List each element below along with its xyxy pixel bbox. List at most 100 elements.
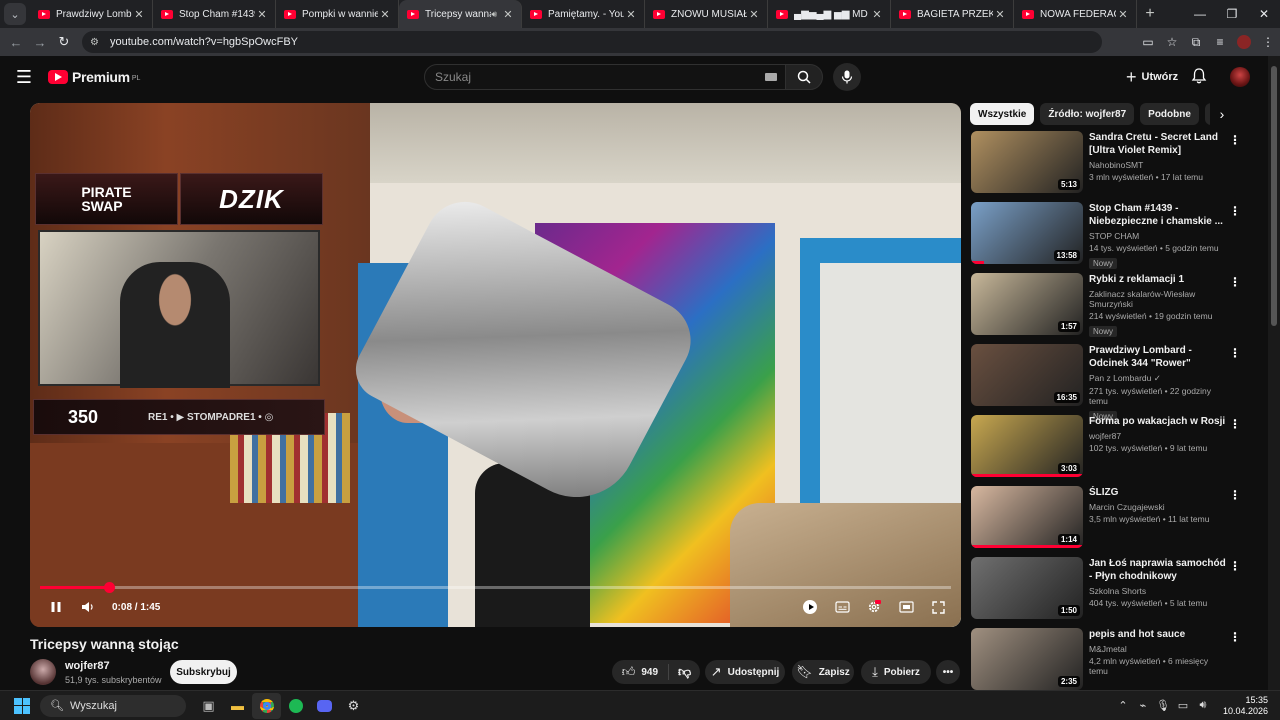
minimize-button[interactable]: — bbox=[1184, 7, 1216, 21]
more-options-icon[interactable]: ⋮ bbox=[1229, 559, 1241, 573]
video-thumbnail[interactable]: 3:03 bbox=[971, 415, 1083, 477]
recommended-item[interactable]: 16:35 Prawdziwy Lombard - Odcinek 344 "Ro… bbox=[971, 344, 1253, 422]
youtube-logo[interactable]: Premium PL bbox=[48, 69, 140, 85]
search-button[interactable] bbox=[785, 64, 823, 90]
channel-avatar[interactable] bbox=[30, 659, 56, 685]
account-avatar[interactable] bbox=[1230, 67, 1250, 87]
video-title-link[interactable]: Rybki z reklamacji 1 bbox=[1089, 273, 1229, 286]
settings-app-icon[interactable]: ⚙ bbox=[339, 693, 368, 719]
like-button[interactable]: 👍︎ 949 bbox=[612, 664, 670, 680]
video-player[interactable]: PIRATE SWAP DZIK 350 RE1 • ▶ STOMPADRE1 … bbox=[30, 103, 961, 627]
recommended-item[interactable]: 1:50 Jan Łoś naprawia samochód - Płyn cho… bbox=[971, 557, 1253, 626]
filter-chip[interactable]: Źródło: wojfer87 bbox=[1040, 103, 1135, 125]
mute-button[interactable] bbox=[72, 595, 104, 619]
tab-search-button[interactable]: ⌄ bbox=[4, 3, 26, 25]
video-thumbnail[interactable]: 1:50 bbox=[971, 557, 1083, 619]
forward-button[interactable]: → bbox=[28, 35, 52, 50]
video-title-link[interactable]: Stop Cham #1439 - Niebezpieczne i chamsk… bbox=[1089, 202, 1229, 228]
video-channel[interactable]: wojfer87 bbox=[1089, 431, 1229, 441]
audio-playing-icon[interactable]: 🔊︎ bbox=[491, 9, 497, 20]
filter-chip[interactable]: Dla bbox=[1204, 103, 1210, 125]
maximize-button[interactable]: ❐ bbox=[1216, 7, 1248, 21]
more-options-icon[interactable]: ⋮ bbox=[1229, 417, 1241, 431]
pause-button[interactable] bbox=[40, 595, 72, 619]
recommended-item[interactable]: 5:13 Sandra Cretu - Secret Land [Ultra Vi… bbox=[971, 131, 1253, 200]
browser-tab[interactable]: ZNOWU MUSIAŁEM✕ bbox=[645, 0, 768, 28]
video-channel[interactable]: Pan z Lombardu ✓ bbox=[1089, 373, 1229, 384]
display-icon[interactable]: ▭ bbox=[1173, 699, 1193, 712]
autoplay-toggle[interactable] bbox=[794, 595, 826, 619]
dislike-button[interactable]: 👎︎ bbox=[669, 664, 700, 680]
page-scrollbar[interactable] bbox=[1268, 56, 1280, 690]
more-options-icon[interactable]: ⋮ bbox=[1229, 204, 1241, 218]
tab-close-icon[interactable]: ✕ bbox=[501, 8, 515, 21]
address-bar[interactable]: ⚙ youtube.com/watch?v=hgbSpOwcFBY bbox=[82, 31, 1102, 53]
discord-icon[interactable] bbox=[310, 693, 339, 719]
guide-menu-icon[interactable]: ☰ bbox=[0, 67, 48, 88]
subscribe-button[interactable]: Subskrybuj bbox=[170, 660, 237, 684]
tab-close-icon[interactable]: ✕ bbox=[993, 8, 1007, 21]
browser-tab[interactable]: NOWA FEDERACJA N✕ bbox=[1014, 0, 1137, 28]
bookmark-star-icon[interactable]: ☆ bbox=[1160, 35, 1184, 49]
channel-name[interactable]: wojfer87 bbox=[65, 660, 110, 672]
recommended-item[interactable]: 13:58 Stop Cham #1439 - Niebezpieczne i c… bbox=[971, 202, 1253, 271]
browser-tab[interactable]: Pamiętamy. - YouTub✕ bbox=[522, 0, 645, 28]
chips-next-icon[interactable]: › bbox=[1212, 106, 1232, 126]
browser-tab[interactable]: BAGIETA PRZEKRACZ✕ bbox=[891, 0, 1014, 28]
video-channel[interactable]: Zaklinacz skalarów-Wiesław Smurzyński bbox=[1089, 289, 1229, 309]
browser-tab[interactable]: Pompki w wannie z d✕ bbox=[276, 0, 399, 28]
keyboard-icon[interactable] bbox=[765, 73, 777, 81]
reload-button[interactable]: ↻ bbox=[52, 34, 76, 50]
more-options-icon[interactable]: ⋮ bbox=[1229, 488, 1241, 502]
scrollbar-thumb[interactable] bbox=[1271, 66, 1277, 326]
new-tab-button[interactable]: + bbox=[1137, 5, 1163, 23]
extensions-icon[interactable]: ⧉ bbox=[1184, 35, 1208, 50]
browser-tab[interactable]: Prawdziwy Lombard✕ bbox=[30, 0, 153, 28]
recommended-item[interactable]: 1:14 ŚLIZG Marcin Czugajewski 3,5 mln wyświ… bbox=[971, 486, 1253, 555]
filter-chip[interactable]: Wszystkie bbox=[970, 103, 1035, 125]
speaker-icon[interactable]: 🔊︎ bbox=[1193, 699, 1213, 712]
video-thumbnail[interactable]: 13:58 bbox=[971, 202, 1083, 264]
video-channel[interactable]: M&Jmetal bbox=[1089, 644, 1229, 654]
browser-tab[interactable]: Tricepsy wanną st🔊︎ ✕ bbox=[399, 0, 522, 28]
cast-icon[interactable]: ▭ bbox=[1136, 35, 1160, 49]
mic-tray-icon[interactable]: 🎙︎ bbox=[1153, 699, 1173, 712]
create-button[interactable]: + Utwórz bbox=[1116, 65, 1188, 89]
start-button[interactable] bbox=[14, 697, 30, 714]
progress-bar[interactable] bbox=[40, 582, 951, 593]
miniplayer-button[interactable] bbox=[890, 595, 922, 619]
tab-close-icon[interactable]: ✕ bbox=[132, 8, 146, 21]
video-channel[interactable]: STOP CHAM bbox=[1089, 231, 1229, 241]
video-title-link[interactable]: ŚLIZG bbox=[1089, 486, 1229, 499]
taskbar-search[interactable]: 🔍︎ Wyszukaj bbox=[40, 694, 186, 717]
download-button[interactable]: ⤓ Pobierz bbox=[861, 660, 931, 684]
notifications-button[interactable] bbox=[1190, 67, 1210, 87]
video-title-link[interactable]: Prawdziwy Lombard - Odcinek 344 "Rower" bbox=[1089, 344, 1229, 370]
video-title-link[interactable]: Sandra Cretu - Secret Land [Ultra Violet… bbox=[1089, 131, 1229, 157]
site-info-icon[interactable]: ⚙ bbox=[90, 37, 106, 48]
spotify-icon[interactable] bbox=[281, 693, 310, 719]
video-thumbnail[interactable]: 2:35 bbox=[971, 628, 1083, 690]
filter-chip[interactable]: Podobne bbox=[1140, 103, 1199, 125]
video-title-link[interactable]: Jan Łoś naprawia samochód - Płyn chodnik… bbox=[1089, 557, 1229, 583]
search-input[interactable]: Szukaj bbox=[424, 64, 786, 90]
video-thumbnail[interactable]: 5:13 bbox=[971, 131, 1083, 193]
more-actions-button[interactable]: ••• bbox=[936, 660, 960, 684]
chrome-icon[interactable] bbox=[252, 692, 281, 719]
more-options-icon[interactable]: ⋮ bbox=[1229, 275, 1241, 289]
video-thumbnail[interactable]: 1:14 bbox=[971, 486, 1083, 548]
more-options-icon[interactable]: ⋮ bbox=[1229, 630, 1241, 644]
reading-list-icon[interactable]: ≡ bbox=[1208, 35, 1232, 49]
tab-close-icon[interactable]: ✕ bbox=[624, 8, 638, 21]
tab-close-icon[interactable]: ✕ bbox=[1116, 8, 1130, 21]
tab-close-icon[interactable]: ✕ bbox=[255, 8, 269, 21]
video-title-link[interactable]: Forma po wakacjach w Rosji bbox=[1089, 415, 1229, 428]
back-button[interactable]: ← bbox=[4, 35, 28, 50]
video-channel[interactable]: Szkolna Shorts bbox=[1089, 586, 1229, 596]
video-title-link[interactable]: pepis and hot sauce bbox=[1089, 628, 1229, 641]
more-options-icon[interactable]: ⋮ bbox=[1229, 346, 1241, 360]
task-view-icon[interactable]: ▣ bbox=[194, 693, 223, 719]
fullscreen-button[interactable] bbox=[922, 595, 954, 619]
subtitles-button[interactable] bbox=[826, 595, 858, 619]
recommended-item[interactable]: 2:35 pepis and hot sauce M&Jmetal 4,2 mln w… bbox=[971, 628, 1253, 697]
